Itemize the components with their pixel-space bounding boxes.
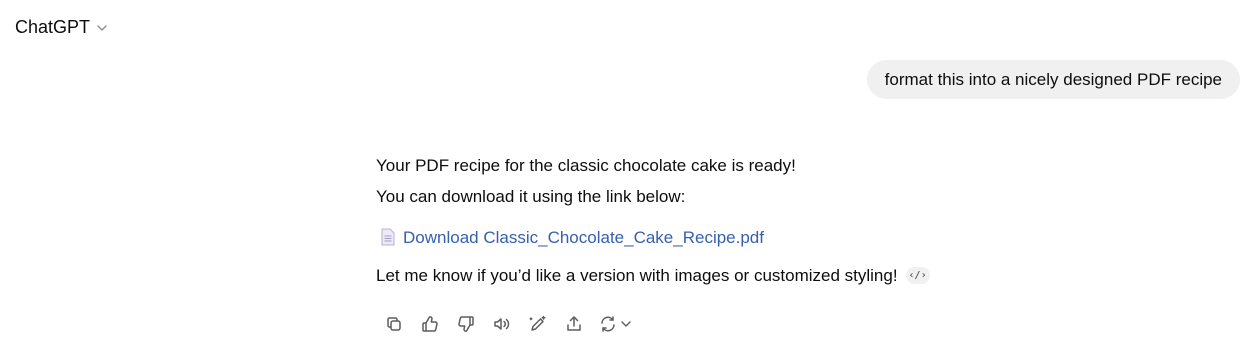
- closing-text: Let me know if you’d like a version with…: [376, 266, 898, 285]
- model-name: ChatGPT: [15, 16, 91, 37]
- copy-button[interactable]: [376, 312, 412, 336]
- thumbs-up-icon: [422, 316, 438, 332]
- edit-in-canvas-button[interactable]: [520, 312, 556, 336]
- bad-response-button[interactable]: [448, 312, 484, 336]
- thumbs-down-icon: [458, 316, 474, 332]
- code-chip-icon[interactable]: ‹/›: [905, 267, 930, 284]
- regenerate-icon: [601, 316, 615, 332]
- assistant-message: Your PDF recipe for the classic chocolat…: [376, 150, 1096, 291]
- read-aloud-icon: [494, 318, 510, 330]
- share-button[interactable]: [556, 312, 592, 336]
- chevron-down-icon: [97, 25, 107, 31]
- assistant-closing-line: Let me know if you’d like a version with…: [376, 260, 1096, 291]
- chevron-down-icon: [621, 321, 631, 327]
- model-switcher[interactable]: ChatGPT: [15, 14, 108, 40]
- message-action-toolbar: [376, 312, 638, 336]
- assistant-line-2: You can download it using the link below…: [376, 187, 686, 206]
- chat-page: ChatGPT format this into a nicely design…: [0, 0, 1256, 352]
- document-icon: [381, 228, 395, 246]
- copy-icon: [387, 317, 401, 331]
- download-pdf-link[interactable]: Download Classic_Chocolate_Cake_Recipe.p…: [376, 222, 1096, 252]
- read-aloud-button[interactable]: [484, 312, 520, 336]
- share-icon: [567, 316, 581, 331]
- good-response-button[interactable]: [412, 312, 448, 336]
- download-link-label: Download Classic_Chocolate_Cake_Recipe.p…: [403, 227, 764, 247]
- regenerate-button[interactable]: [592, 312, 638, 336]
- user-message-bubble: format this into a nicely designed PDF r…: [866, 60, 1240, 99]
- edit-canvas-icon: [529, 315, 546, 331]
- assistant-line-1: Your PDF recipe for the classic chocolat…: [376, 156, 796, 175]
